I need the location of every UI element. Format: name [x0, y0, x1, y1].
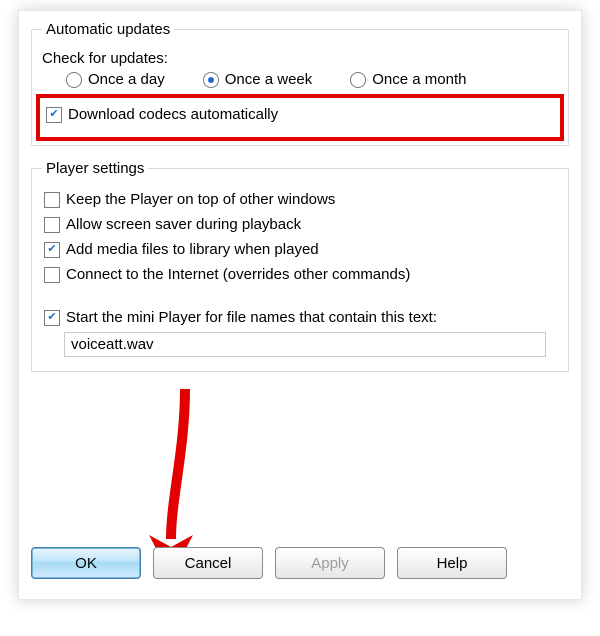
screen-saver-label: Allow screen saver during playback [66, 216, 301, 233]
add-media-label: Add media files to library when played [66, 241, 319, 258]
mini-player-label: Start the mini Player for file names tha… [66, 309, 437, 326]
cancel-button[interactable]: Cancel [153, 547, 263, 579]
download-codecs-checkbox[interactable]: ✔ [46, 107, 62, 123]
radio-icon [203, 72, 219, 88]
radio-once-a-day[interactable]: Once a day [66, 71, 165, 88]
dialog-button-bar: OK Cancel Apply Help [31, 547, 569, 579]
ok-button[interactable]: OK [31, 547, 141, 579]
download-codecs-label: Download codecs automatically [68, 106, 278, 123]
connect-internet-label: Connect to the Internet (overrides other… [66, 266, 410, 283]
radio-once-a-month[interactable]: Once a month [350, 71, 466, 88]
keep-on-top-row[interactable]: ✔ Keep the Player on top of other window… [44, 191, 558, 208]
radio-label: Once a week [225, 71, 313, 88]
help-button[interactable]: Help [397, 547, 507, 579]
automatic-updates-legend: Automatic updates [42, 21, 174, 38]
radio-icon [350, 72, 366, 88]
connect-internet-row[interactable]: ✔ Connect to the Internet (overrides oth… [44, 266, 558, 283]
automatic-updates-group: Automatic updates Check for updates: Onc… [31, 21, 569, 146]
options-dialog: Automatic updates Check for updates: Onc… [18, 10, 582, 600]
screen-saver-checkbox[interactable]: ✔ [44, 217, 60, 233]
connect-internet-checkbox[interactable]: ✔ [44, 267, 60, 283]
keep-on-top-checkbox[interactable]: ✔ [44, 192, 60, 208]
mini-player-checkbox[interactable]: ✔ [44, 310, 60, 326]
mini-player-text-input[interactable] [64, 332, 546, 357]
radio-icon [66, 72, 82, 88]
radio-label: Once a day [88, 71, 165, 88]
check-updates-radios: Once a day Once a week Once a month [66, 71, 558, 88]
add-media-row[interactable]: ✔ Add media files to library when played [44, 241, 558, 258]
player-settings-group: Player settings ✔ Keep the Player on top… [31, 160, 569, 372]
mini-player-row[interactable]: ✔ Start the mini Player for file names t… [44, 309, 558, 326]
player-settings-legend: Player settings [42, 160, 148, 177]
check-updates-label: Check for updates: [42, 50, 558, 67]
add-media-checkbox[interactable]: ✔ [44, 242, 60, 258]
download-codecs-highlight: ✔ Download codecs automatically [36, 94, 564, 141]
radio-label: Once a month [372, 71, 466, 88]
keep-on-top-label: Keep the Player on top of other windows [66, 191, 335, 208]
apply-button[interactable]: Apply [275, 547, 385, 579]
screen-saver-row[interactable]: ✔ Allow screen saver during playback [44, 216, 558, 233]
radio-once-a-week[interactable]: Once a week [203, 71, 313, 88]
